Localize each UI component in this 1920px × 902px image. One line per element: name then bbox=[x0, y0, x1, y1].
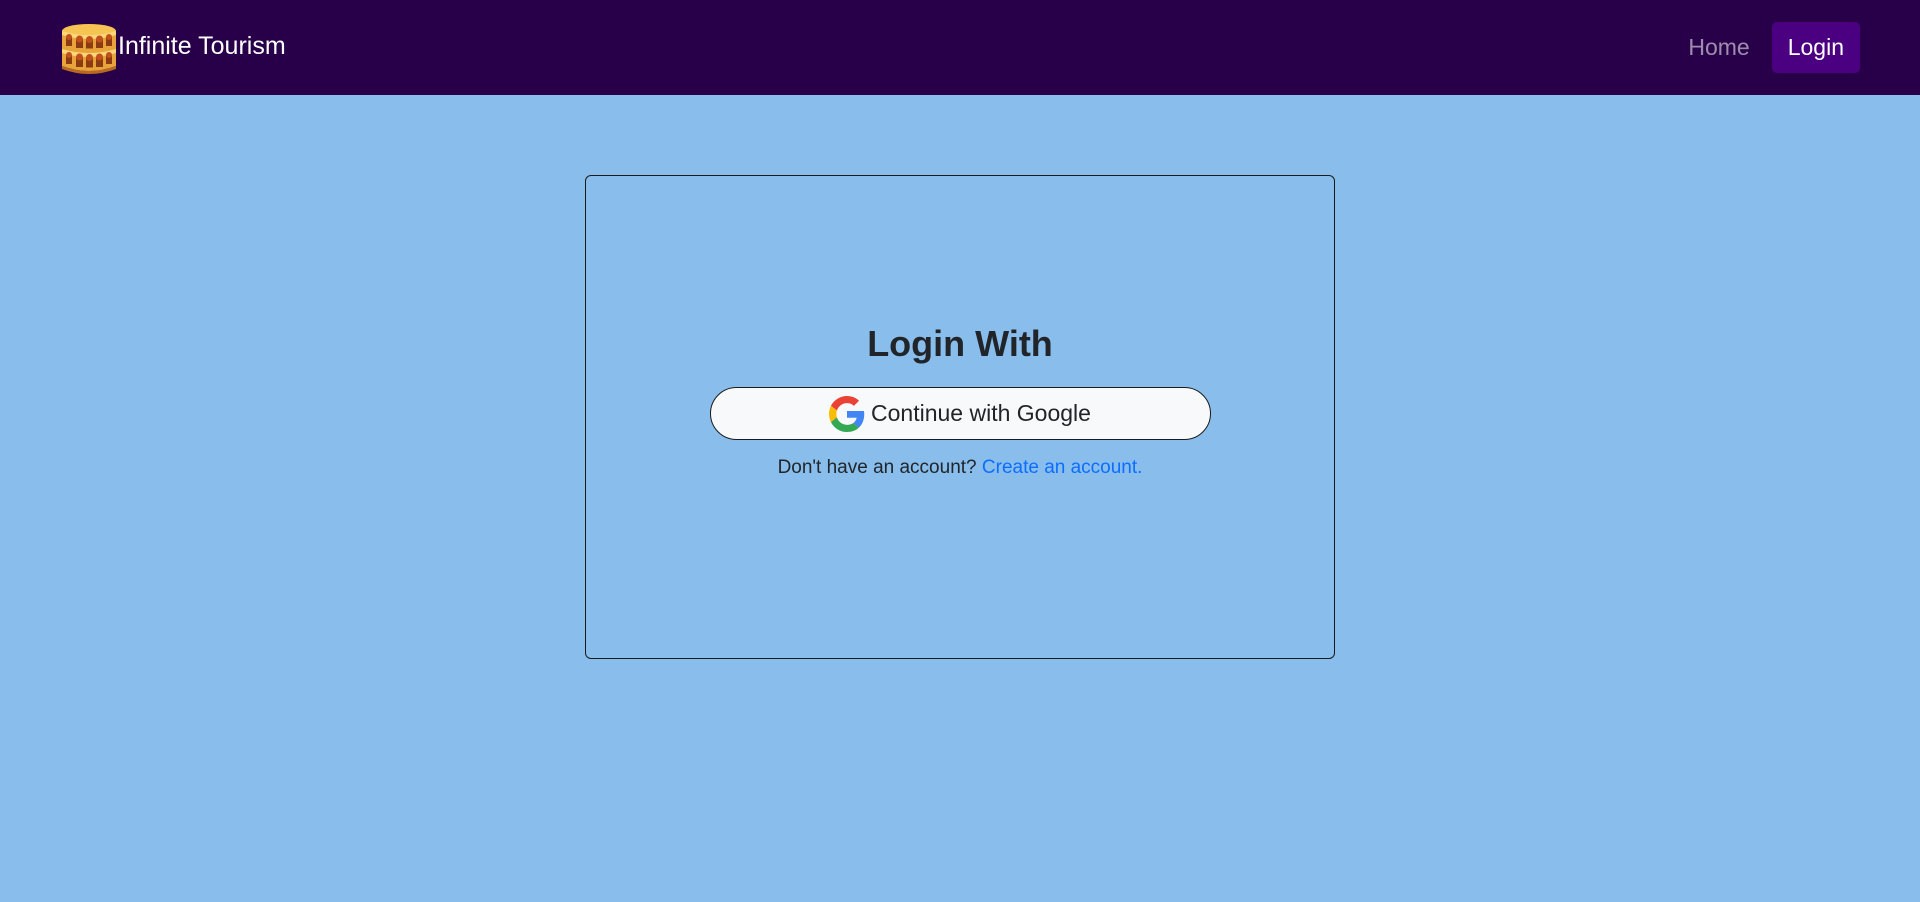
nav-login-button[interactable]: Login bbox=[1771, 22, 1860, 73]
brand-name: Infinite Tourism bbox=[118, 32, 286, 60]
google-g-icon bbox=[829, 395, 865, 432]
top-navbar: Infinite Tourism Home Login bbox=[0, 0, 1920, 95]
nav-links: Home Login bbox=[1688, 22, 1860, 73]
continue-with-google-button[interactable]: Continue with Google bbox=[709, 387, 1211, 440]
create-account-link[interactable]: Create an account. bbox=[982, 457, 1143, 478]
signup-prompt-row: Don't have an account? Create an account… bbox=[778, 457, 1143, 479]
colosseum-icon bbox=[62, 23, 116, 74]
login-card: Login With Continue with Google Don't ha… bbox=[585, 175, 1335, 659]
signup-prompt-text: Don't have an account? bbox=[777, 457, 977, 478]
brand[interactable]: Infinite Tourism bbox=[60, 22, 286, 74]
login-title: Login With bbox=[867, 323, 1053, 364]
google-button-label: Continue with Google bbox=[871, 400, 1091, 426]
nav-home-link[interactable]: Home bbox=[1688, 34, 1749, 61]
